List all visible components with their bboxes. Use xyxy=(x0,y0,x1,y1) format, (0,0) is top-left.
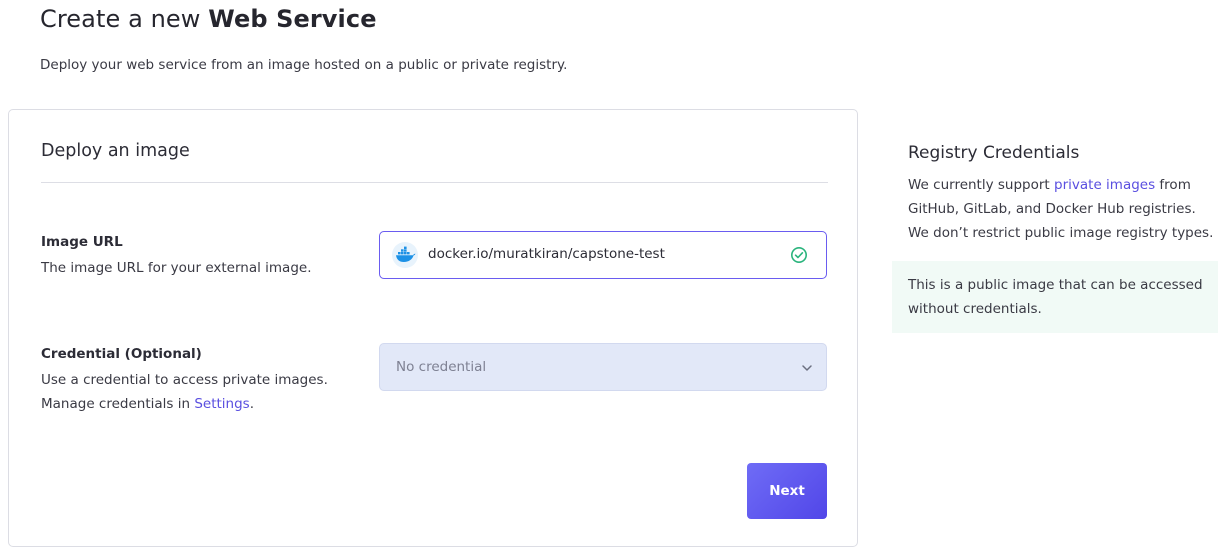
private-images-link[interactable]: private images xyxy=(1054,177,1155,193)
public-image-note-line1: This is a public image that can be acces… xyxy=(908,277,1203,293)
registry-text-line1-suffix: from xyxy=(1159,177,1191,193)
image-url-input[interactable]: docker.io/muratkiran/capstone-test xyxy=(379,231,827,279)
create-web-service-page: Create a new Web Service Deploy your web… xyxy=(0,0,1218,557)
credential-select[interactable]: No credential xyxy=(379,343,827,391)
registry-text-line1-prefix: We currently support xyxy=(908,177,1050,193)
registry-text-line3: We don’t restrict public image registry … xyxy=(908,225,1214,241)
image-url-value: docker.io/muratkiran/capstone-test xyxy=(428,246,665,262)
deploy-image-card: Deploy an image Image URL The image URL … xyxy=(8,109,858,547)
chevron-down-icon xyxy=(802,365,812,371)
public-image-note-line2: without credentials. xyxy=(908,301,1042,317)
page-subtitle: Deploy your web service from an image ho… xyxy=(40,57,568,73)
settings-link[interactable]: Settings xyxy=(194,396,249,412)
registry-text-line1: We currently support private images from xyxy=(908,173,1208,197)
section-divider xyxy=(41,182,828,183)
image-url-help: The image URL for your external image. xyxy=(41,260,312,276)
credential-help-line1: Use a credential to access private image… xyxy=(41,372,328,388)
credential-label: Credential (Optional) xyxy=(41,346,202,362)
page-title: Create a new Web Service xyxy=(40,5,377,33)
registry-credentials-title: Registry Credentials xyxy=(908,143,1080,163)
docker-icon xyxy=(392,242,418,268)
registry-credentials-text: We currently support private images from… xyxy=(908,173,1214,245)
page-title-strong: Web Service xyxy=(208,5,377,33)
next-button[interactable]: Next xyxy=(747,463,827,519)
image-url-label: Image URL xyxy=(41,234,123,250)
credential-help-line2: Manage credentials in Settings. xyxy=(41,392,254,416)
section-title: Deploy an image xyxy=(41,141,190,161)
credential-select-value: No credential xyxy=(396,359,487,375)
page-title-prefix: Create a new xyxy=(40,5,201,33)
registry-text-line2: GitHub, GitLab, and Docker Hub registrie… xyxy=(908,201,1196,217)
credential-help-prefix: Manage credentials in xyxy=(41,396,191,412)
credential-help-suffix: . xyxy=(249,396,254,412)
check-circle-icon xyxy=(791,247,807,263)
public-image-note: This is a public image that can be acces… xyxy=(892,261,1218,333)
